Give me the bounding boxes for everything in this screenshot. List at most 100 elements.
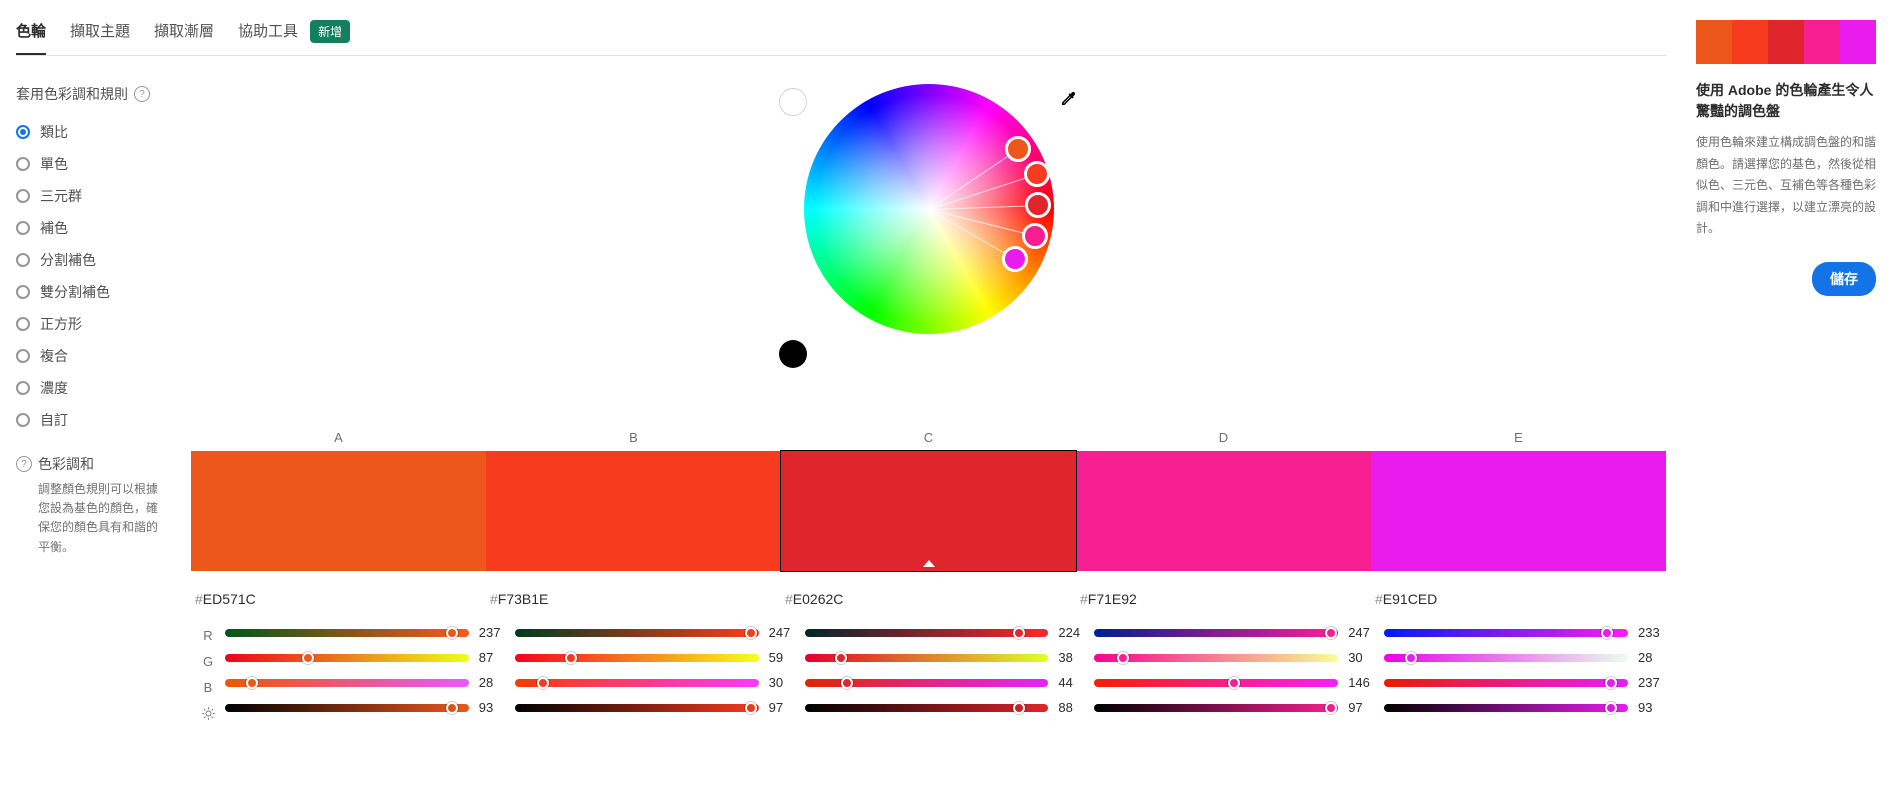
rule-shades[interactable]: 濃度 bbox=[16, 378, 161, 398]
slider-channel-labels: R G B bbox=[191, 625, 225, 721]
slider-track[interactable] bbox=[515, 679, 759, 687]
mini-swatch[interactable] bbox=[1840, 20, 1876, 64]
rule-complementary[interactable]: 補色 bbox=[16, 218, 161, 238]
slider-thumb[interactable] bbox=[841, 677, 853, 689]
slider-track[interactable] bbox=[1094, 679, 1338, 687]
save-button[interactable]: 儲存 bbox=[1812, 262, 1876, 296]
hex-value[interactable]: #F73B1E bbox=[486, 591, 781, 607]
hex-value[interactable]: #ED571C bbox=[191, 591, 486, 607]
rule-label: 自訂 bbox=[40, 410, 68, 430]
slider-row: 93 bbox=[225, 700, 507, 715]
slider-thumb[interactable] bbox=[1228, 677, 1240, 689]
slider-thumb[interactable] bbox=[1605, 702, 1617, 714]
slider-track[interactable] bbox=[1094, 704, 1338, 712]
slider-thumb[interactable] bbox=[1325, 702, 1337, 714]
eyedropper-icon[interactable] bbox=[1059, 90, 1077, 111]
rule-label: 類比 bbox=[40, 122, 68, 142]
slider-track[interactable] bbox=[1384, 629, 1628, 637]
slider-row: 237 bbox=[1384, 675, 1666, 690]
tab-extract-theme[interactable]: 擷取主題 bbox=[70, 20, 130, 55]
help-icon[interactable]: ? bbox=[16, 456, 32, 472]
slider-track[interactable] bbox=[515, 704, 759, 712]
label-g: G bbox=[203, 653, 213, 669]
slider-track[interactable] bbox=[225, 679, 469, 687]
help-icon[interactable]: ? bbox=[134, 86, 150, 102]
slider-thumb[interactable] bbox=[1405, 652, 1417, 664]
slider-thumb[interactable] bbox=[1601, 627, 1613, 639]
slider-value: 30 bbox=[769, 675, 797, 690]
slider-track[interactable] bbox=[225, 654, 469, 662]
slider-value: 44 bbox=[1058, 675, 1086, 690]
hex-value[interactable]: #F71E92 bbox=[1076, 591, 1371, 607]
rule-mono[interactable]: 單色 bbox=[16, 154, 161, 174]
slider-track[interactable] bbox=[805, 704, 1049, 712]
slider-track[interactable] bbox=[515, 654, 759, 662]
wheel-marker[interactable] bbox=[1002, 246, 1028, 272]
white-swatch[interactable] bbox=[779, 88, 807, 116]
wheel-marker[interactable] bbox=[1022, 223, 1048, 249]
slider-track[interactable] bbox=[1094, 654, 1338, 662]
tab-accessibility[interactable]: 協助工具 bbox=[238, 20, 298, 55]
radio-icon bbox=[16, 221, 30, 235]
slider-columns: 2378728932475930972243844882473014697233… bbox=[225, 625, 1666, 721]
slider-track[interactable] bbox=[805, 679, 1049, 687]
slider-track[interactable] bbox=[805, 654, 1049, 662]
slider-track[interactable] bbox=[515, 629, 759, 637]
rules-header: 套用色彩調和規則 ? bbox=[16, 84, 161, 104]
rule-triad[interactable]: 三元群 bbox=[16, 186, 161, 206]
slider-thumb[interactable] bbox=[1117, 652, 1129, 664]
slider-row: 59 bbox=[515, 650, 797, 665]
slider-track[interactable] bbox=[225, 629, 469, 637]
slider-thumb[interactable] bbox=[1605, 677, 1617, 689]
hex-value[interactable]: #E91CED bbox=[1371, 591, 1666, 607]
slider-track[interactable] bbox=[1094, 629, 1338, 637]
radio-icon bbox=[16, 253, 30, 267]
slider-thumb[interactable] bbox=[446, 627, 458, 639]
swatch[interactable] bbox=[781, 451, 1076, 571]
mini-swatch[interactable] bbox=[1804, 20, 1840, 64]
wheel-marker[interactable] bbox=[1025, 192, 1051, 218]
slider-row: 146 bbox=[1094, 675, 1376, 690]
rule-square[interactable]: 正方形 bbox=[16, 314, 161, 334]
color-wheel[interactable] bbox=[804, 84, 1054, 334]
slider-row: 247 bbox=[1094, 625, 1376, 640]
rule-split[interactable]: 分割補色 bbox=[16, 250, 161, 270]
rule-double-split[interactable]: 雙分割補色 bbox=[16, 282, 161, 302]
slider-thumb[interactable] bbox=[565, 652, 577, 664]
slider-track[interactable] bbox=[225, 704, 469, 712]
slider-thumb[interactable] bbox=[745, 627, 757, 639]
rule-compound[interactable]: 複合 bbox=[16, 346, 161, 366]
swatch[interactable] bbox=[1076, 451, 1371, 571]
slider-thumb[interactable] bbox=[1325, 627, 1337, 639]
slider-thumb[interactable] bbox=[1013, 627, 1025, 639]
slider-track[interactable] bbox=[805, 629, 1049, 637]
wheel-marker[interactable] bbox=[1005, 136, 1031, 162]
slider-thumb[interactable] bbox=[1013, 702, 1025, 714]
slider-thumb[interactable] bbox=[302, 652, 314, 664]
hex-row: #ED571C#F73B1E#E0262C#F71E92#E91CED bbox=[191, 591, 1666, 607]
swatch[interactable] bbox=[191, 451, 486, 571]
slider-row: 28 bbox=[225, 675, 507, 690]
slider-track[interactable] bbox=[1384, 679, 1628, 687]
slider-thumb[interactable] bbox=[835, 652, 847, 664]
mini-swatch[interactable] bbox=[1732, 20, 1768, 64]
harmony-title: 色彩調和 bbox=[38, 454, 94, 474]
black-swatch[interactable] bbox=[779, 340, 807, 368]
tab-wheel[interactable]: 色輪 bbox=[16, 20, 46, 55]
hex-value[interactable]: #E0262C bbox=[781, 591, 1076, 607]
slider-track[interactable] bbox=[1384, 654, 1628, 662]
rule-analogous[interactable]: 類比 bbox=[16, 122, 161, 142]
mini-swatch[interactable] bbox=[1696, 20, 1732, 64]
rule-custom[interactable]: 自訂 bbox=[16, 410, 161, 430]
mini-swatch[interactable] bbox=[1768, 20, 1804, 64]
slider-thumb[interactable] bbox=[537, 677, 549, 689]
slider-track[interactable] bbox=[1384, 704, 1628, 712]
slider-thumb[interactable] bbox=[745, 702, 757, 714]
swatch[interactable] bbox=[486, 451, 781, 571]
swatch[interactable] bbox=[1371, 451, 1666, 571]
slider-thumb[interactable] bbox=[446, 702, 458, 714]
tab-extract-gradient[interactable]: 擷取漸層 bbox=[154, 20, 214, 55]
slider-row: 30 bbox=[515, 675, 797, 690]
wheel-marker[interactable] bbox=[1024, 161, 1050, 187]
slider-thumb[interactable] bbox=[246, 677, 258, 689]
